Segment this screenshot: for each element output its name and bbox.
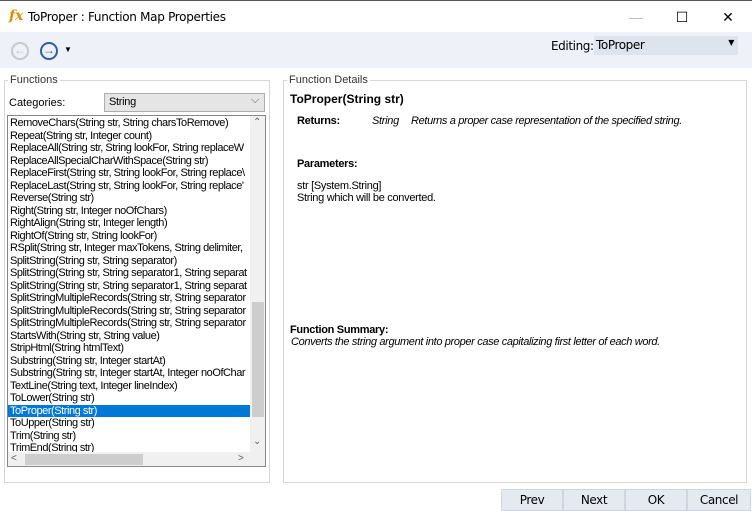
parameters-label: Parameters: bbox=[297, 158, 358, 170]
minimize-button[interactable]: — bbox=[613, 5, 659, 29]
scroll-left-icon[interactable]: < bbox=[11, 453, 17, 464]
vertical-scrollbar[interactable]: ⌃ ⌄ bbox=[250, 116, 265, 452]
list-item[interactable]: StartsWith(String str, String value) bbox=[8, 330, 250, 343]
next-button[interactable]: Next bbox=[563, 489, 625, 511]
returns-description: Returns a proper case representation of … bbox=[411, 115, 682, 127]
cancel-button[interactable]: Cancel bbox=[687, 489, 751, 511]
list-item[interactable]: TextLine(String text, Integer lineIndex) bbox=[8, 380, 250, 393]
window-title: ToProper : Function Map Properties bbox=[28, 10, 226, 24]
editing-select[interactable]: ToProper ▼ bbox=[594, 36, 738, 55]
fx-icon: fx bbox=[9, 8, 24, 24]
scrollbar-corner bbox=[250, 452, 265, 466]
list-item[interactable]: ReplaceAllSpecialCharWithSpace(String st… bbox=[8, 155, 250, 168]
list-item[interactable]: Right(String str, Integer noOfChars) bbox=[8, 205, 250, 218]
list-item[interactable]: ToLower(String str) bbox=[8, 392, 250, 405]
scroll-right-icon[interactable]: > bbox=[238, 453, 244, 464]
horizontal-scroll-thumb[interactable] bbox=[25, 454, 143, 465]
parameter-name: str [System.String] bbox=[297, 180, 382, 192]
list-item[interactable]: SplitString(String str, String separator… bbox=[8, 280, 250, 293]
list-item[interactable]: Trim(String str) bbox=[8, 430, 250, 443]
parameter-description: String which will be converted. bbox=[297, 192, 436, 204]
function-details-group-label: Function Details bbox=[287, 74, 370, 86]
returns-type: String bbox=[372, 115, 399, 127]
scroll-up-icon[interactable]: ⌃ bbox=[253, 117, 261, 128]
function-signature: ToProper(String str) bbox=[290, 92, 404, 106]
list-item[interactable]: RSplit(String str, Integer maxTokens, St… bbox=[8, 242, 250, 255]
summary-description: Converts the string argument into proper… bbox=[291, 336, 660, 348]
list-item[interactable]: Substring(String str, Integer startAt) bbox=[8, 355, 250, 368]
list-item[interactable]: SplitString(String str, String separator… bbox=[8, 255, 250, 268]
list-item[interactable]: RightOf(String str, String lookFor) bbox=[8, 230, 250, 243]
vertical-scroll-thumb[interactable] bbox=[252, 302, 264, 417]
scroll-down-icon[interactable]: ⌄ bbox=[253, 436, 261, 447]
list-item[interactable]: Reverse(String str) bbox=[8, 192, 250, 205]
list-item[interactable]: ToProper(String str) bbox=[8, 404, 250, 417]
category-value: String bbox=[109, 96, 136, 108]
list-item[interactable]: SplitStringMultipleRecords(String str, S… bbox=[8, 292, 250, 305]
list-item[interactable]: RemoveChars(String str, String charsToRe… bbox=[8, 117, 250, 130]
function-details-group: Function Details bbox=[283, 74, 747, 483]
list-item[interactable]: ReplaceFirst(String str, String lookFor,… bbox=[8, 167, 250, 180]
summary-label: Function Summary: bbox=[290, 324, 389, 336]
list-item[interactable]: StripHtml(String htmlText) bbox=[8, 342, 250, 355]
list-item[interactable]: SplitString(String str, String separator… bbox=[8, 267, 250, 280]
functions-group-label: Functions bbox=[8, 74, 60, 86]
list-item[interactable]: Substring(String str, Integer startAt, I… bbox=[8, 367, 250, 380]
categories-label: Categories: bbox=[9, 97, 66, 109]
list-item[interactable]: RightAlign(String str, Integer length) bbox=[8, 217, 250, 230]
horizontal-scrollbar[interactable]: < > bbox=[8, 452, 250, 466]
functions-list[interactable]: RemoveChars(String str, String charsToRe… bbox=[7, 115, 266, 467]
list-item[interactable]: Repeat(String str, Integer count) bbox=[8, 130, 250, 143]
back-arrow-icon[interactable]: ← bbox=[11, 42, 29, 60]
ok-button[interactable]: OK bbox=[625, 489, 687, 511]
title-bar: fx ToProper : Function Map Properties — … bbox=[0, 0, 752, 32]
list-item[interactable]: ReplaceLast(String str, String lookFor, … bbox=[8, 180, 250, 193]
editing-value: ToProper bbox=[596, 38, 645, 52]
editing-label: Editing: bbox=[551, 39, 594, 53]
dropdown-arrow-icon: ▼ bbox=[728, 38, 734, 47]
list-item[interactable]: ReplaceAll(String str, String lookFor, S… bbox=[8, 142, 250, 155]
close-button[interactable]: ✕ bbox=[705, 5, 751, 29]
categories-select[interactable]: String ⌵ bbox=[104, 93, 265, 112]
toolbar: ← → ▼ Editing: ToProper ▼ bbox=[0, 32, 752, 68]
list-item[interactable]: SplitStringMultipleRecords(String str, S… bbox=[8, 317, 250, 330]
returns-label: Returns: bbox=[297, 115, 340, 127]
prev-button[interactable]: Prev bbox=[501, 489, 563, 511]
maximize-button[interactable]: ☐ bbox=[659, 5, 705, 29]
forward-arrow-icon[interactable]: → bbox=[40, 42, 58, 60]
list-item[interactable]: SplitStringMultipleRecords(String str, S… bbox=[8, 305, 250, 318]
list-item[interactable]: ToUpper(String str) bbox=[8, 417, 250, 430]
chevron-down-icon: ⌵ bbox=[250, 94, 259, 106]
forward-dropdown-icon[interactable]: ▼ bbox=[64, 45, 72, 54]
